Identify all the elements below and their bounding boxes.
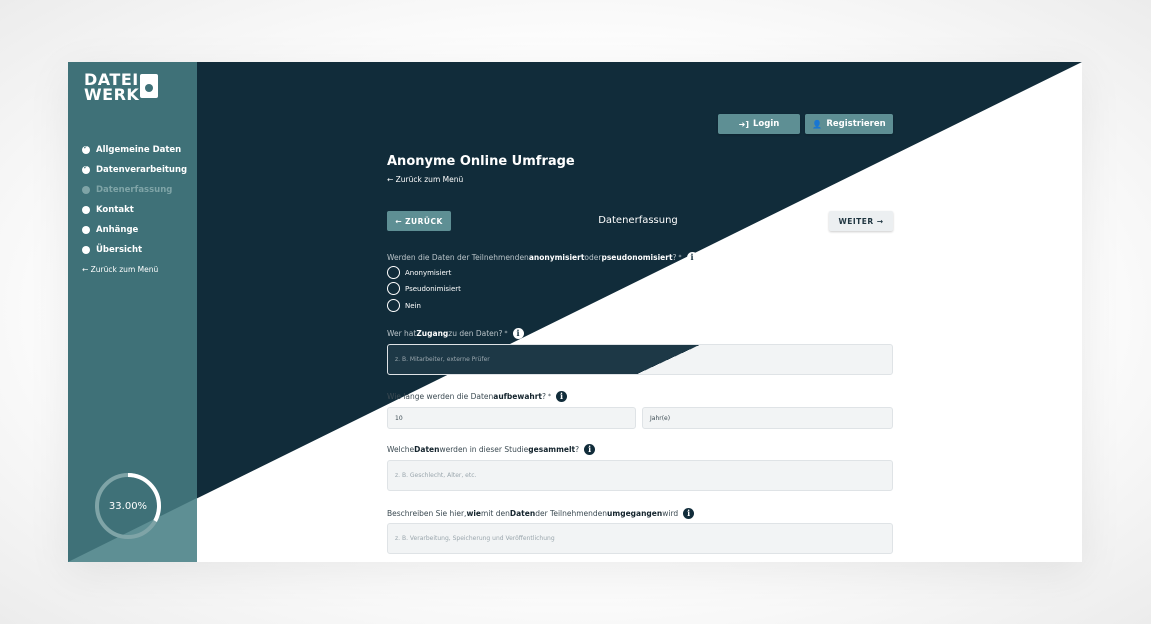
q5-mid-1: mit den xyxy=(481,509,510,518)
check-icon xyxy=(82,163,90,174)
aufbewahrung-value: 10 xyxy=(395,414,403,422)
q4-bold-1: Daten xyxy=(414,445,440,454)
sidebar-back-link[interactable]: ← Zurück zum Menü xyxy=(82,265,158,274)
circle-icon xyxy=(82,226,90,234)
step-nav: Allgemeine Daten Datenverarbeitung Daten… xyxy=(82,140,187,260)
sidebar-item-anhaenge[interactable]: Anhänge xyxy=(82,220,187,240)
q4-mid: werden in dieser Studie xyxy=(439,445,529,454)
q1-text: Werden die Daten der Teilnehmenden xyxy=(387,253,529,262)
q4-post: ? xyxy=(575,445,580,454)
umgang-placeholder: z. B. Verarbeitung, Speicherung und Verö… xyxy=(395,535,555,542)
radio-label: Pseudonimisiert xyxy=(405,284,461,293)
radio-anonymisiert[interactable]: Anonymisiert xyxy=(387,266,451,279)
radio-nein[interactable]: Nein xyxy=(387,299,421,312)
q4-text: Welche xyxy=(387,445,415,454)
q5-bold-2: Daten xyxy=(509,509,536,518)
question-gesammelte-daten: Welche Daten werden in dieser Studie ges… xyxy=(387,444,596,455)
logo[interactable]: DATEI WERK xyxy=(84,72,158,104)
app-window: DATEI WERK Allgemeine Daten Datenverarbe… xyxy=(68,62,1082,562)
register-button[interactable]: 👤 Registrieren xyxy=(805,114,893,134)
login-label: Login xyxy=(753,119,780,129)
sidebar-item-label: Datenerfassung xyxy=(96,185,173,195)
q1-bold-2: pseudonomisiert xyxy=(601,253,673,262)
step-title: Datenerfassung xyxy=(598,215,678,226)
info-icon[interactable]: i xyxy=(683,508,695,519)
info-icon[interactable]: i xyxy=(555,391,567,402)
q5-mid-2: der Teilnehmenden xyxy=(535,509,608,518)
radio-label: Anonymisiert xyxy=(405,268,452,277)
page-title: Anonyme Online Umfrage xyxy=(387,154,575,169)
sidebar-item-datenverarbeitung[interactable]: Datenverarbeitung xyxy=(82,160,187,180)
sidebar-item-label: Kontakt xyxy=(96,205,134,215)
back-to-menu-link[interactable]: ← Zurück zum Menü xyxy=(387,175,463,184)
circle-icon xyxy=(82,186,90,194)
sidebar-item-label: Datenverarbeitung xyxy=(96,165,188,175)
radio-pseudonimisiert[interactable]: Pseudonimisiert xyxy=(387,282,461,295)
register-label: Registrieren xyxy=(826,119,886,129)
sidebar-item-label: Anhänge xyxy=(96,225,139,235)
q3-bold: aufbewahrt xyxy=(493,392,542,401)
info-icon[interactable]: i xyxy=(584,444,596,455)
aufbewahrung-value-input[interactable]: 10 xyxy=(387,407,636,429)
sidebar-item-uebersicht[interactable]: Übersicht xyxy=(82,240,187,260)
q1-bold-1: anonymisiert xyxy=(528,253,585,262)
sidebar-item-datenerfassung[interactable]: Datenerfassung xyxy=(82,180,187,200)
question-zugang: Wer hat Zugang zu den Daten? * i xyxy=(387,328,524,339)
radio-label: Nein xyxy=(405,301,421,310)
radio-circle[interactable] xyxy=(387,266,400,279)
sidebar-item-allgemeine-daten[interactable]: Allgemeine Daten xyxy=(82,140,187,160)
q3-text: Wie lange werden die Daten xyxy=(387,392,494,401)
question-aufbewahrung: Wie lange werden die Daten aufbewahrt ? … xyxy=(387,391,567,402)
q3-post: ? xyxy=(542,392,546,401)
aufbewahrung-unit: Jahr(e) xyxy=(650,414,671,422)
info-icon[interactable]: i xyxy=(686,252,698,263)
circle-icon xyxy=(82,206,90,214)
gesammelte-daten-placeholder: z. B. Geschlecht, Alter, etc. xyxy=(395,472,477,479)
sidebar-item-label: Allgemeine Daten xyxy=(96,145,182,155)
q2-post: zu den Daten? xyxy=(448,329,503,338)
info-icon[interactable]: i xyxy=(512,328,524,339)
document-icon xyxy=(140,74,158,98)
required-mark: * xyxy=(504,330,508,337)
logo-line2: WERK xyxy=(84,85,140,104)
radio-circle[interactable] xyxy=(387,282,400,295)
progress-label: 33.00% xyxy=(108,500,148,512)
zugang-input[interactable]: z. B. Mitarbeiter, externe Prüfer xyxy=(387,344,893,375)
circle-icon xyxy=(82,246,90,254)
aufbewahrung-unit-select[interactable]: Jahr(e) xyxy=(642,407,893,429)
login-button[interactable]: ➜] Login xyxy=(718,114,800,134)
q5-bold-1: wie xyxy=(466,509,482,518)
sidebar-item-kontakt[interactable]: Kontakt xyxy=(82,200,187,220)
q2-text: Wer hat xyxy=(387,329,417,338)
sidebar: DATEI WERK Allgemeine Daten Datenverarbe… xyxy=(68,62,197,562)
back-button[interactable]: ← ZURÜCK xyxy=(387,211,451,231)
q5-post: wird xyxy=(662,509,679,518)
gesammelte-daten-input[interactable]: z. B. Geschlecht, Alter, etc. xyxy=(387,460,893,491)
q1-post: ? xyxy=(672,253,677,262)
q5-bold-3: umgegangen xyxy=(607,509,663,518)
question-anonymisierung: Werden die Daten der Teilnehmenden anony… xyxy=(387,252,698,263)
radio-circle[interactable] xyxy=(387,299,400,312)
q4-bold-2: gesammelt xyxy=(528,445,576,454)
q2-bold: Zugang xyxy=(416,329,449,338)
q5-text: Beschreiben Sie hier, xyxy=(387,509,467,518)
next-button[interactable]: WEITER → xyxy=(829,211,893,231)
zugang-placeholder: z. B. Mitarbeiter, externe Prüfer xyxy=(395,356,490,363)
required-mark: * xyxy=(678,254,682,261)
check-icon xyxy=(82,143,90,154)
required-mark: * xyxy=(547,393,551,400)
sidebar-item-label: Übersicht xyxy=(96,245,143,255)
add-user-icon: 👤 xyxy=(812,119,823,129)
q1-mid: oder xyxy=(584,253,602,262)
umgang-input[interactable]: z. B. Verarbeitung, Speicherung und Verö… xyxy=(387,523,893,554)
question-umgang: Beschreiben Sie hier, wie mit den Daten … xyxy=(387,508,695,519)
login-icon: ➜] xyxy=(738,119,750,129)
